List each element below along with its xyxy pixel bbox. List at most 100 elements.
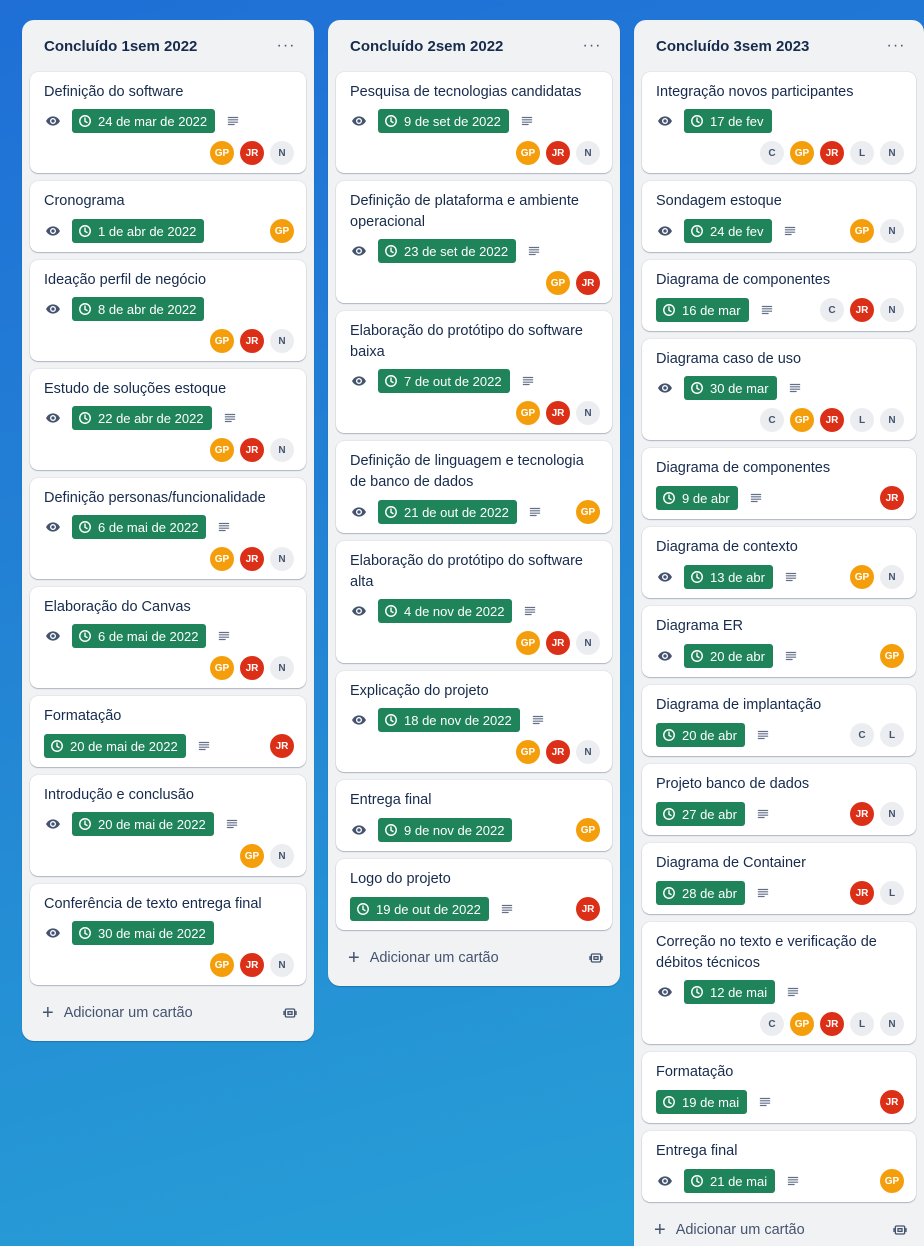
avatar[interactable]: N xyxy=(576,401,600,425)
due-date-badge[interactable]: 16 de mar xyxy=(656,298,749,322)
card[interactable]: Definição de plataforma e ambiente opera… xyxy=(336,181,612,303)
avatar[interactable]: L xyxy=(880,723,904,747)
avatar[interactable]: N xyxy=(576,631,600,655)
card[interactable]: Diagrama de Container 28 de abr JR L xyxy=(642,843,916,914)
avatar[interactable]: GP xyxy=(210,329,234,353)
due-date-badge[interactable]: 20 de abr xyxy=(684,644,773,668)
due-date-badge[interactable]: 20 de mai de 2022 xyxy=(72,812,214,836)
card-template-icon[interactable] xyxy=(282,1005,298,1021)
avatar[interactable]: N xyxy=(880,802,904,826)
due-date-badge[interactable]: 18 de nov de 2022 xyxy=(378,708,520,732)
avatar[interactable]: N xyxy=(270,438,294,462)
card[interactable]: Entrega final 21 de mai GP xyxy=(642,1131,916,1202)
avatar[interactable]: JR xyxy=(850,881,874,905)
card[interactable]: Conferência de texto entrega final 30 de … xyxy=(30,884,306,985)
card[interactable]: Diagrama ER 20 de abr GP xyxy=(642,606,916,677)
due-date-badge[interactable]: 13 de abr xyxy=(684,565,773,589)
avatar[interactable]: N xyxy=(270,141,294,165)
card-template-icon[interactable] xyxy=(892,1222,908,1238)
avatar[interactable]: N xyxy=(270,953,294,977)
avatar[interactable]: N xyxy=(880,565,904,589)
card[interactable]: Definição do software 24 de mar de 2022 GP… xyxy=(30,72,306,173)
due-date-badge[interactable]: 9 de set de 2022 xyxy=(378,109,509,133)
avatar[interactable]: GP xyxy=(210,656,234,680)
avatar[interactable]: GP xyxy=(880,644,904,668)
avatar[interactable]: JR xyxy=(576,271,600,295)
due-date-badge[interactable]: 22 de abr de 2022 xyxy=(72,406,212,430)
card[interactable]: Formatação 20 de mai de 2022 JR xyxy=(30,696,306,767)
avatar[interactable]: JR xyxy=(880,1090,904,1114)
due-date-badge[interactable]: 21 de out de 2022 xyxy=(378,500,517,524)
card[interactable]: Diagrama de componentes 9 de abr JR xyxy=(642,448,916,519)
avatar[interactable]: JR xyxy=(240,547,264,571)
avatar[interactable]: GP xyxy=(210,953,234,977)
due-date-badge[interactable]: 28 de abr xyxy=(656,881,745,905)
avatar[interactable]: JR xyxy=(880,486,904,510)
avatar[interactable]: GP xyxy=(790,141,814,165)
avatar[interactable]: GP xyxy=(516,401,540,425)
list-title[interactable]: Concluído 1sem 2022 xyxy=(44,38,197,55)
avatar[interactable]: C xyxy=(820,298,844,322)
avatar[interactable]: L xyxy=(850,408,874,432)
card[interactable]: Ideação perfil de negócio 8 de abr de 202… xyxy=(30,260,306,361)
avatar[interactable]: GP xyxy=(516,141,540,165)
due-date-badge[interactable]: 23 de set de 2022 xyxy=(378,239,517,263)
due-date-badge[interactable]: 8 de abr de 2022 xyxy=(72,297,205,321)
card[interactable]: Definição personas/funcionalidade 6 de ma… xyxy=(30,478,306,579)
avatar[interactable]: JR xyxy=(576,897,600,921)
avatar[interactable]: GP xyxy=(516,740,540,764)
card[interactable]: Correção no texto e verificação de débit… xyxy=(642,922,916,1044)
card[interactable]: Diagrama de componentes 16 de mar C JR N xyxy=(642,260,916,331)
avatar[interactable]: GP xyxy=(270,219,294,243)
avatar[interactable]: JR xyxy=(240,953,264,977)
card[interactable]: Logo do projeto 19 de out de 2022 JR xyxy=(336,859,612,930)
avatar[interactable]: JR xyxy=(240,656,264,680)
avatar[interactable]: JR xyxy=(820,141,844,165)
avatar[interactable]: JR xyxy=(546,631,570,655)
avatar[interactable]: N xyxy=(880,408,904,432)
add-card-button[interactable]: + Adicionar um cartão xyxy=(30,993,306,1033)
card[interactable]: Diagrama caso de uso 30 de mar C GP JR L N xyxy=(642,339,916,440)
avatar[interactable]: GP xyxy=(240,844,264,868)
avatar[interactable]: GP xyxy=(880,1169,904,1193)
card[interactable]: Formatação 19 de mai JR xyxy=(642,1052,916,1123)
avatar[interactable]: GP xyxy=(546,271,570,295)
due-date-badge[interactable]: 20 de mai de 2022 xyxy=(44,734,186,758)
card-template-icon[interactable] xyxy=(588,950,604,966)
avatar[interactable]: N xyxy=(576,740,600,764)
avatar[interactable]: C xyxy=(760,1012,784,1036)
due-date-badge[interactable]: 4 de nov de 2022 xyxy=(378,599,513,623)
list-menu-button[interactable]: ··· xyxy=(272,37,300,55)
avatar[interactable]: N xyxy=(270,547,294,571)
avatar[interactable]: GP xyxy=(850,565,874,589)
avatar[interactable]: JR xyxy=(820,1012,844,1036)
card[interactable]: Diagrama de implantação 20 de abr C L xyxy=(642,685,916,756)
avatar[interactable]: JR xyxy=(240,141,264,165)
due-date-badge[interactable]: 24 de mar de 2022 xyxy=(72,109,216,133)
avatar[interactable]: C xyxy=(760,408,784,432)
card[interactable]: Cronograma 1 de abr de 2022 GP xyxy=(30,181,306,252)
avatar[interactable]: GP xyxy=(210,547,234,571)
avatar[interactable]: JR xyxy=(546,141,570,165)
card[interactable]: Sondagem estoque 24 de fev GP N xyxy=(642,181,916,252)
card[interactable]: Introdução e conclusão 20 de mai de 2022 G… xyxy=(30,775,306,876)
due-date-badge[interactable]: 19 de mai xyxy=(656,1090,748,1114)
list-menu-button[interactable]: ··· xyxy=(882,37,910,55)
due-date-badge[interactable]: 30 de mai de 2022 xyxy=(72,921,214,945)
avatar[interactable]: GP xyxy=(516,631,540,655)
avatar[interactable]: GP xyxy=(210,141,234,165)
due-date-badge[interactable]: 1 de abr de 2022 xyxy=(72,219,205,243)
card[interactable]: Elaboração do protótipo do software baix… xyxy=(336,311,612,433)
card[interactable]: Elaboração do Canvas 6 de mai de 2022 GP JR… xyxy=(30,587,306,688)
avatar[interactable]: GP xyxy=(850,219,874,243)
add-card-button[interactable]: + Adicionar um cartão xyxy=(336,938,612,978)
due-date-badge[interactable]: 6 de mai de 2022 xyxy=(72,624,207,648)
card[interactable]: Pesquisa de tecnologias candidatas 9 de s… xyxy=(336,72,612,173)
list-title[interactable]: Concluído 2sem 2022 xyxy=(350,38,503,55)
due-date-badge[interactable]: 24 de fev xyxy=(684,219,772,243)
avatar[interactable]: N xyxy=(270,329,294,353)
avatar[interactable]: JR xyxy=(270,734,294,758)
due-date-badge[interactable]: 20 de abr xyxy=(656,723,745,747)
avatar[interactable]: JR xyxy=(546,401,570,425)
list-menu-button[interactable]: ··· xyxy=(578,37,606,55)
